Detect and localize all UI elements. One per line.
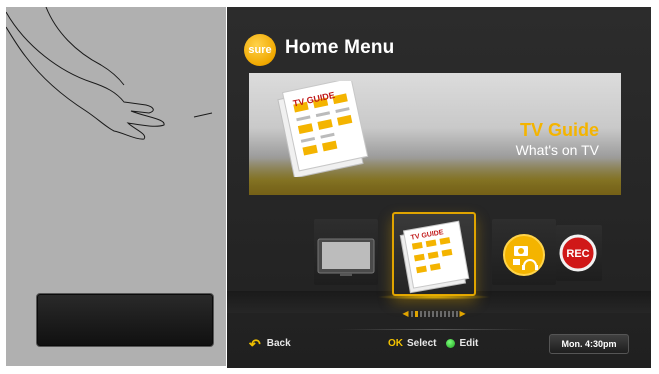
tv-screen-icon bbox=[317, 238, 375, 276]
remote-control-sketch bbox=[36, 293, 214, 347]
tv-guide-book-icon: TV GUIDE bbox=[277, 81, 369, 177]
sure-logo: sure bbox=[244, 34, 276, 66]
edit-label: Edit bbox=[459, 338, 479, 349]
clock-display: Mon. 4:30pm bbox=[549, 334, 629, 354]
carousel-pager: ◀ ▶ bbox=[399, 310, 469, 318]
sketch-panel bbox=[6, 7, 226, 366]
pager-dot bbox=[410, 311, 413, 317]
pager-right-arrow-icon[interactable]: ▶ bbox=[460, 310, 466, 318]
footer-divider bbox=[337, 329, 537, 330]
tv-screen: sure Home Menu TV GUIDE TV Guide What's … bbox=[227, 7, 651, 368]
selection-glow bbox=[377, 294, 491, 300]
page-title: Home Menu bbox=[285, 37, 395, 58]
pager-dot bbox=[443, 311, 446, 317]
rec-icon: REC bbox=[559, 234, 597, 272]
pager-dot bbox=[423, 311, 426, 317]
pager-dot bbox=[447, 311, 450, 317]
pager-dot bbox=[435, 311, 438, 317]
back-button[interactable]: ↶ Back bbox=[249, 335, 291, 352]
pager-dot bbox=[431, 311, 434, 317]
carousel-item-tv[interactable] bbox=[314, 219, 378, 285]
pager-dot bbox=[451, 311, 454, 317]
carousel-item-recordings[interactable]: REC bbox=[556, 225, 602, 281]
back-arrow-icon: ↶ bbox=[249, 335, 261, 352]
pager-dot bbox=[419, 311, 422, 317]
ok-key-label[interactable]: OK bbox=[388, 338, 403, 349]
media-photo-music-icon bbox=[503, 234, 545, 276]
carousel-item-tv-guide[interactable]: TV GUIDE bbox=[392, 212, 476, 296]
pager-dot bbox=[455, 311, 458, 317]
tv-guide-book-icon: TV GUIDE bbox=[399, 220, 470, 294]
pager-left-arrow-icon[interactable]: ◀ bbox=[402, 310, 408, 318]
pager-dot bbox=[439, 311, 442, 317]
back-label: Back bbox=[266, 338, 291, 349]
green-button-icon[interactable] bbox=[446, 339, 456, 348]
pager-dot bbox=[427, 311, 430, 317]
select-label: Select bbox=[407, 338, 437, 349]
hero-banner: TV GUIDE TV Guide What's on TV bbox=[249, 73, 621, 195]
pager-dot-active bbox=[414, 311, 418, 317]
carousel-item-media[interactable] bbox=[492, 219, 556, 285]
hero-title: TV Guide bbox=[519, 120, 599, 140]
footer-actions: OK Select Edit bbox=[388, 338, 478, 349]
hero-subtitle: What's on TV bbox=[515, 142, 599, 158]
rec-label: REC bbox=[566, 248, 589, 260]
